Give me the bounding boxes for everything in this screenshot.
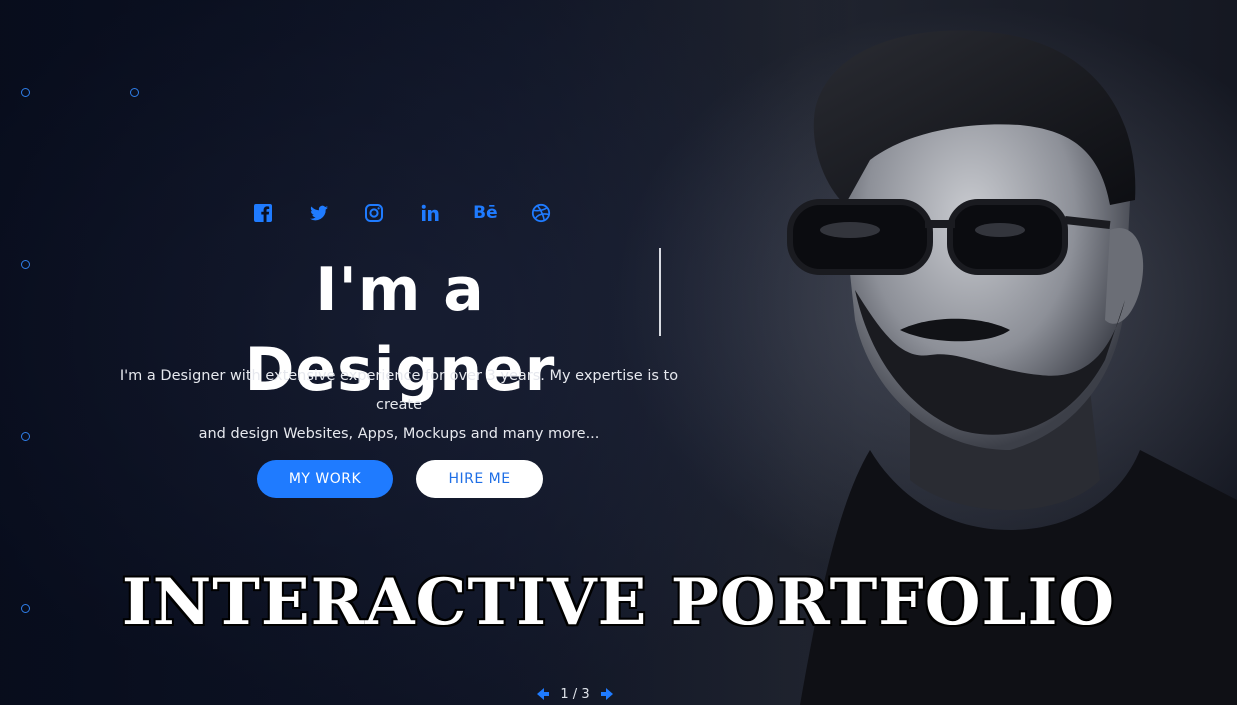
- twitter-icon[interactable]: [308, 202, 330, 224]
- slider-pager: 1 / 3: [535, 684, 615, 704]
- decorative-dot: [130, 88, 139, 97]
- behance-icon[interactable]: Bē: [473, 202, 498, 224]
- description-line: I'm a Designer with extensive experience…: [119, 368, 679, 413]
- typing-cursor: [659, 248, 661, 336]
- social-links: Bē: [252, 200, 552, 226]
- instagram-icon[interactable]: [363, 202, 385, 224]
- linkedin-icon[interactable]: [419, 202, 441, 224]
- description-line: and design Websites, Apps, Mockups and m…: [198, 426, 600, 442]
- facebook-icon[interactable]: [252, 202, 274, 224]
- hero-description: I'm a Designer with extensive experience…: [100, 362, 698, 449]
- behance-label: Bē: [473, 203, 498, 223]
- decorative-dot: [21, 88, 30, 97]
- page-indicator: 1 / 3: [560, 686, 590, 702]
- my-work-button[interactable]: MY WORK: [257, 460, 393, 498]
- decorative-dot: [21, 432, 30, 441]
- arrow-right-icon[interactable]: [599, 686, 615, 702]
- decorative-dot: [21, 260, 30, 269]
- portfolio-banner: INTERACTIVE PORTFOLIO: [121, 565, 1116, 640]
- arrow-left-icon[interactable]: [535, 686, 551, 702]
- dribbble-icon[interactable]: [530, 202, 552, 224]
- hire-me-button[interactable]: HIRE ME: [416, 460, 543, 498]
